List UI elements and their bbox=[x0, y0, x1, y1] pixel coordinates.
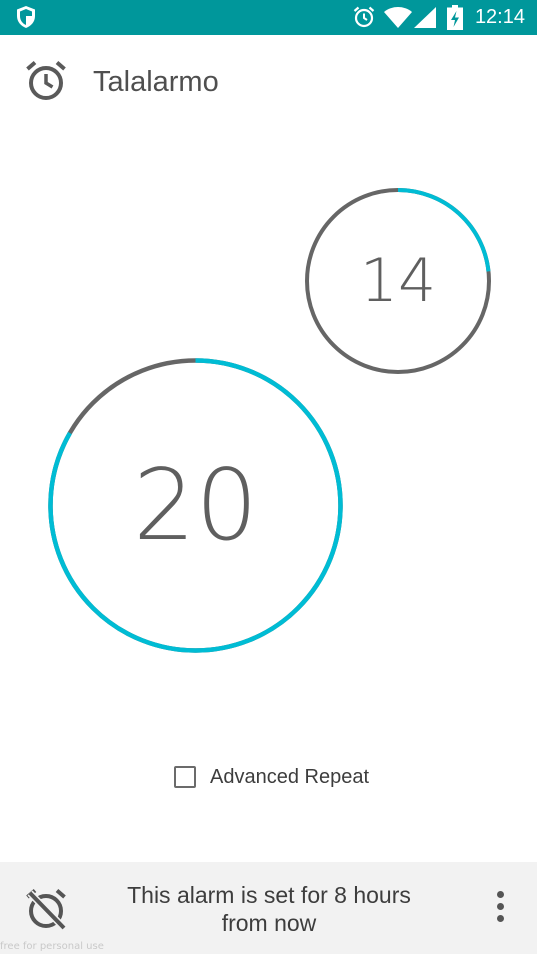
app-bar: Talalarmo bbox=[0, 35, 537, 130]
signal-icon bbox=[414, 7, 436, 28]
watermark: free for personal use bbox=[0, 941, 104, 952]
battery-charging-icon bbox=[447, 5, 463, 30]
alarm-icon bbox=[353, 6, 375, 28]
advanced-repeat-option[interactable]: Advanced Repeat bbox=[174, 763, 369, 791]
alarm-status-line2: from now bbox=[221, 910, 317, 936]
more-vert-icon[interactable] bbox=[493, 891, 507, 927]
alarm-clock-icon bbox=[26, 60, 66, 100]
minutes-value: 14 bbox=[359, 246, 437, 316]
status-bar: 12:14 bbox=[0, 0, 537, 35]
wifi-icon bbox=[384, 7, 412, 28]
alarm-off-icon[interactable] bbox=[24, 887, 68, 931]
shield-icon bbox=[17, 6, 35, 28]
alarm-status-message: This alarm is set for 8 hours from now bbox=[100, 881, 438, 937]
clock-time: 12:14 bbox=[474, 6, 525, 28]
app-title: Talalarmo bbox=[93, 66, 219, 98]
advanced-repeat-checkbox[interactable] bbox=[174, 766, 196, 788]
hours-dial[interactable]: 20 bbox=[48, 358, 343, 653]
alarm-status-line1: This alarm is set for 8 hours bbox=[127, 882, 411, 908]
advanced-repeat-label: Advanced Repeat bbox=[210, 765, 370, 788]
hours-value: 20 bbox=[133, 448, 258, 563]
minutes-dial[interactable]: 14 bbox=[305, 188, 491, 374]
